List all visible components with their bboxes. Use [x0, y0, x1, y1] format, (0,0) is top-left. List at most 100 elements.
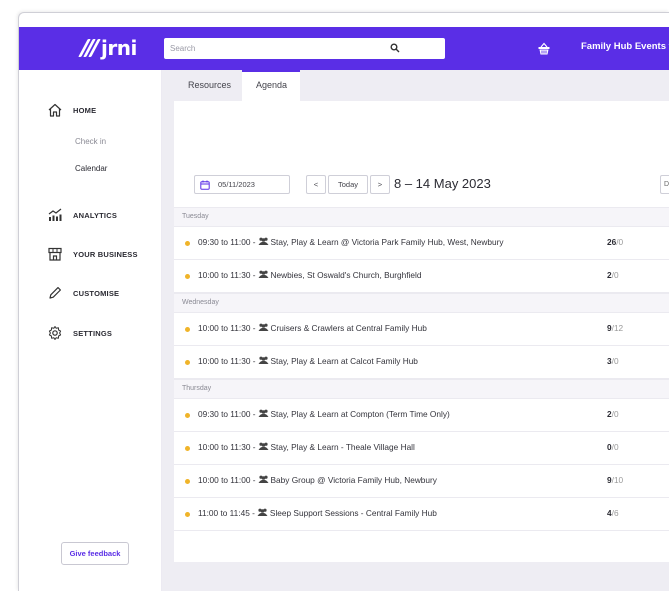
- sidebar-item-analytics[interactable]: ANALYTICS: [19, 204, 162, 226]
- capacity-count: 10: [613, 475, 624, 485]
- sidebar-item-label: ANALYTICS: [73, 210, 118, 220]
- event-row[interactable]: 11:00 to 11:45 - Sleep Support Sessions -…: [174, 498, 669, 531]
- sidebar-item-label: HOME: [73, 105, 97, 115]
- event-label: 10:00 to 11:30 - Stay, Play & Learn at Ca…: [198, 356, 418, 366]
- event-time: 10:00 to 11:00 -: [198, 475, 256, 485]
- event-label: 09:30 to 11:00 - Stay, Play & Learn at Co…: [198, 409, 450, 419]
- event-title: Stay, Play & Learn @ Victoria Park Famil…: [270, 237, 504, 247]
- event-label: 10:00 to 11:00 - Baby Group @ Victoria Fa…: [198, 475, 437, 485]
- agenda-panel: < Today > 8 – 14 May 2023 D Tuesday 09:30…: [174, 101, 669, 562]
- give-feedback-button[interactable]: Give feedback: [61, 542, 129, 565]
- event-time: 09:30 to 11:00 -: [198, 409, 256, 419]
- status-dot: [185, 327, 190, 332]
- event-time: 11:00 to 11:45 -: [198, 508, 255, 518]
- capacity-count: 0: [613, 409, 619, 419]
- pencil-icon: [49, 287, 61, 299]
- group-icon: [256, 442, 271, 452]
- group-icon: [256, 356, 271, 366]
- event-label: 10:00 to 11:30 - Newbies, St Oswald's Chu…: [198, 270, 422, 280]
- basket-icon[interactable]: [537, 42, 551, 56]
- day-header: Wednesday: [174, 293, 669, 313]
- event-title: Stay, Play & Learn - Theale Village Hall: [270, 442, 415, 452]
- logo-mark-icon: [78, 39, 101, 57]
- tab-resources[interactable]: Resources: [188, 80, 231, 90]
- top-bar: jrni Family Hub Events ▾: [19, 27, 669, 70]
- tab-agenda-active[interactable]: Agenda: [242, 70, 300, 101]
- today-button[interactable]: Today: [328, 175, 368, 194]
- main-content: Resources Agenda < Today >: [162, 70, 669, 591]
- prev-week-button[interactable]: <: [306, 175, 326, 194]
- status-dot: [185, 360, 190, 365]
- next-week-button[interactable]: >: [370, 175, 390, 194]
- booking-count: 9/10: [607, 475, 623, 485]
- event-title: Stay, Play & Learn at Compton (Term Time…: [270, 409, 450, 419]
- logo-text: jrni: [101, 36, 137, 60]
- event-time: 10:00 to 11:30 -: [198, 442, 256, 452]
- capacity-count: 0: [613, 270, 619, 280]
- sidebar-item-label: SETTINGS: [73, 328, 113, 338]
- booking-count: 2/0: [607, 270, 619, 280]
- day-header: Tuesday: [174, 207, 669, 227]
- capacity-count: 6: [613, 508, 619, 518]
- event-row[interactable]: 10:00 to 11:00 - Baby Group @ Victoria Fa…: [174, 465, 669, 498]
- status-dot: [185, 274, 190, 279]
- search-input[interactable]: [164, 44, 394, 53]
- event-label: 10:00 to 11:30 - Cruisers & Crawlers at C…: [198, 323, 427, 333]
- group-icon: [255, 508, 270, 518]
- search-box: [164, 38, 445, 59]
- status-dot: [185, 413, 190, 418]
- booking-count: 26/0: [607, 237, 623, 247]
- date-range-title: 8 – 14 May 2023: [394, 176, 491, 191]
- status-dot: [185, 241, 190, 246]
- sidebar-item-your-business[interactable]: YOUR BUSINESS: [19, 243, 162, 265]
- events-dropdown[interactable]: Family Hub Events ▾: [581, 41, 669, 52]
- status-dot: [185, 446, 190, 451]
- agenda-toolbar: < Today > 8 – 14 May 2023 D: [174, 175, 669, 195]
- capacity-count: 12: [613, 323, 624, 333]
- sidebar-subitem-calendar[interactable]: Calendar: [75, 164, 107, 173]
- event-title: Stay, Play & Learn at Calcot Family Hub: [270, 356, 418, 366]
- sidebar-item-label: CUSTOMISE: [73, 288, 120, 298]
- event-label: 09:30 to 11:00 - Stay, Play & Learn @ Vic…: [198, 237, 504, 247]
- sidebar-subitem-check-in[interactable]: Check in: [75, 137, 106, 146]
- status-dot: [185, 512, 190, 517]
- tab-agenda: Agenda: [256, 80, 288, 90]
- booked-count: 26: [607, 237, 617, 247]
- event-label: 11:00 to 11:45 - Sleep Support Sessions -…: [198, 508, 437, 518]
- search-icon[interactable]: [390, 43, 400, 53]
- sidebar-item-settings[interactable]: SETTINGS: [19, 322, 162, 344]
- booking-count: 3/0: [607, 356, 619, 366]
- event-row[interactable]: 09:30 to 11:00 - Stay, Play & Learn @ Vic…: [174, 227, 669, 260]
- capacity-count: 0: [618, 237, 624, 247]
- analytics-icon: [48, 208, 62, 221]
- event-row[interactable]: 10:00 to 11:30 - Cruisers & Crawlers at C…: [174, 313, 669, 346]
- date-input[interactable]: [218, 180, 288, 189]
- booking-count: 4/6: [607, 508, 619, 518]
- status-dot: [185, 479, 190, 484]
- sidebar-item-home[interactable]: HOME: [19, 99, 162, 121]
- jrni-logo[interactable]: jrni: [78, 35, 137, 61]
- event-time: 10:00 to 11:30 -: [198, 323, 256, 333]
- group-icon: [256, 323, 271, 333]
- booking-count: 9/12: [607, 323, 623, 333]
- sidebar-item-label: YOUR BUSINESS: [73, 249, 138, 259]
- tab-bar: Resources Agenda: [162, 70, 669, 101]
- group-icon: [256, 237, 271, 247]
- capacity-count: 0: [613, 356, 619, 366]
- event-label: 10:00 to 11:30 - Stay, Play & Learn - The…: [198, 442, 415, 452]
- date-picker[interactable]: [194, 175, 290, 194]
- event-time: 09:30 to 11:00 -: [198, 237, 256, 247]
- group-icon: [256, 475, 271, 485]
- view-options-button[interactable]: D: [660, 175, 669, 194]
- event-row[interactable]: 10:00 to 11:30 - Newbies, St Oswald's Chu…: [174, 260, 669, 293]
- event-row[interactable]: 09:30 to 11:00 - Stay, Play & Learn at Co…: [174, 399, 669, 432]
- booking-count: 2/0: [607, 409, 619, 419]
- event-row[interactable]: 10:00 to 11:30 - Stay, Play & Learn - The…: [174, 432, 669, 465]
- event-row[interactable]: 10:00 to 11:30 - Stay, Play & Learn at Ca…: [174, 346, 669, 379]
- gear-icon: [48, 326, 62, 340]
- sidebar-item-customise[interactable]: CUSTOMISE: [19, 282, 162, 304]
- event-title: Sleep Support Sessions - Central Family …: [269, 508, 437, 518]
- group-icon: [256, 270, 271, 280]
- calendar-icon: [200, 180, 210, 190]
- event-title: Cruisers & Crawlers at Central Family Hu…: [270, 323, 427, 333]
